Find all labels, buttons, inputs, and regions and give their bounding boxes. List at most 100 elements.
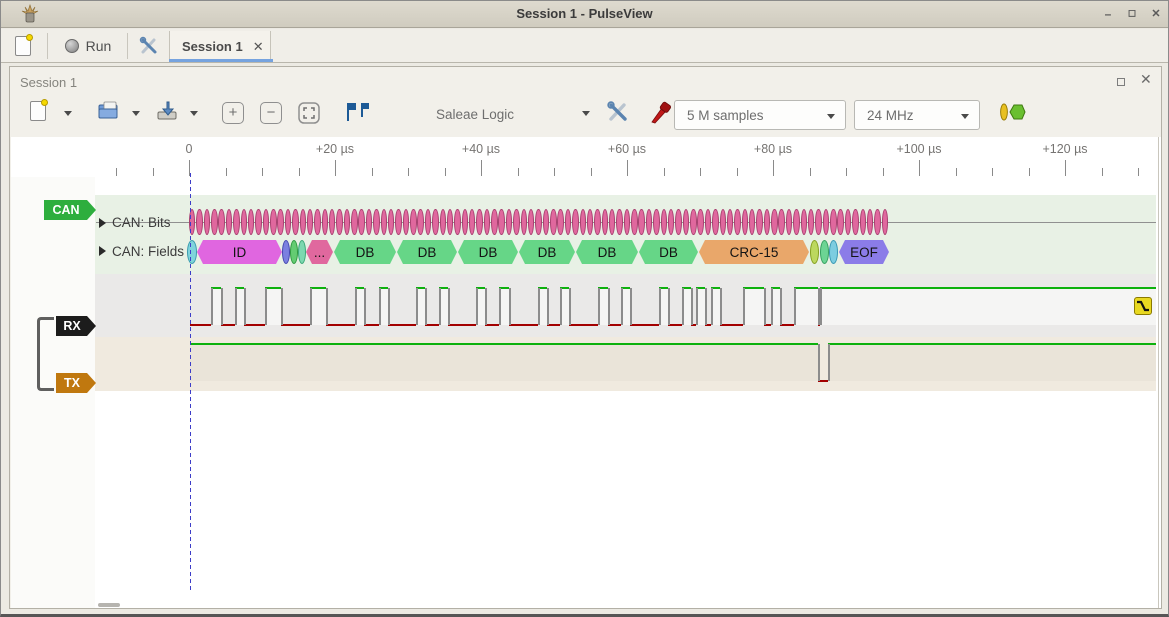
can-bit-annotation [336,209,342,235]
zoom-in-button[interactable]: + [222,102,244,124]
title-bar[interactable]: Session 1 - PulseView – ◻ ✕ [1,1,1168,28]
trigger-marker-falling-icon[interactable] [1134,297,1152,315]
sample-rate-combo[interactable]: 24 MHz [854,100,980,130]
ruler-minor-tick [408,168,409,176]
save-dropdown-caret[interactable] [190,111,198,116]
can-bit-annotation [697,209,703,235]
can-field-annotation: ID [197,240,282,264]
can-field-point-annotation [290,240,298,264]
ruler-minor-tick [883,168,884,176]
ruler-minor-tick [554,168,555,176]
open-button[interactable] [98,101,120,121]
run-button-label: Run [86,38,112,54]
zoom-out-button[interactable]: − [260,102,282,124]
sample-rate-value: 24 MHz [867,108,914,123]
channel-tag-label: TX [64,376,80,390]
ruler-minor-tick [116,168,117,176]
ruler-label: +80 µs [754,142,792,156]
decoder-icon [998,103,1026,121]
row-label-can-fields: CAN: Fields [112,244,184,259]
configure-channels-button[interactable] [648,100,672,124]
rx-signal-edge [547,288,549,325]
rx-signal-edge [780,288,782,325]
dock-close-button[interactable]: ✕ [1140,71,1152,88]
rx-high-region [820,289,1156,325]
zoom-fit-button[interactable] [298,102,320,124]
rx-high-region [598,289,608,325]
can-bit-annotation [653,209,659,235]
rx-signal-low [244,324,265,326]
new-session-file-button[interactable] [9,33,37,59]
ruler-label: +60 µs [608,142,646,156]
can-field-point-annotation [810,240,819,264]
ruler-minor-tick [810,168,811,176]
can-bit-annotation [432,209,438,235]
dock-float-button[interactable] [1117,78,1125,86]
tx-signal-high [828,343,1156,345]
sample-rate-caret [961,114,969,119]
add-decoder-button[interactable] [998,103,1026,121]
rx-signal-edge [388,288,390,325]
new-session-button[interactable] [30,101,46,121]
rx-signal-edge [439,288,441,325]
channel-group-bracket[interactable] [37,317,54,391]
rx-signal-edge [310,288,312,325]
ruler-minor-tick [153,168,154,176]
trace-view[interactable]: 0+20 µs+40 µs+60 µs+80 µs+100 µs+120 µsI… [11,137,1161,608]
can-bit-annotation [734,209,740,235]
maximize-button[interactable]: ◻ [1123,5,1141,23]
sample-count-combo[interactable]: 5 M samples [674,100,846,130]
ruler-minor-tick [1138,168,1139,176]
tx-signal-edge [818,344,820,381]
tx-high-region [190,345,818,381]
ruler-minor-tick [1029,168,1030,176]
ruler-minor-tick [372,168,373,176]
can-bit-annotation [417,209,423,235]
expander-can-bits[interactable] [99,218,106,228]
show-cursors-button[interactable] [342,101,372,123]
rx-signal-edge [743,288,745,325]
wrench-screwdriver-icon [139,36,159,56]
rx-signal-high [743,287,764,289]
rx-signal-edge [538,288,540,325]
close-button[interactable]: ✕ [1147,5,1165,23]
zoom-fit-icon [298,102,320,124]
can-bit-annotation [882,209,888,235]
rx-signal-low [448,324,476,326]
can-bit-annotation [557,209,563,235]
open-dropdown-caret[interactable] [132,111,140,116]
toolbar-separator [47,33,48,59]
tab-session-1[interactable]: Session 1 ✕ [169,31,271,62]
rx-signal-low [630,324,659,326]
run-button[interactable]: Run [59,33,117,59]
save-button[interactable] [156,101,178,121]
main-toolbar: Run Session 1 ✕ [1,29,1168,63]
decoder-tag-can[interactable]: CAN [44,200,96,220]
ruler-label: +40 µs [462,142,500,156]
can-field-annotation: CRC-15 [699,240,809,264]
settings-button[interactable] [135,33,163,59]
rx-signal-edge [608,288,610,325]
can-field-point-annotation [820,240,829,264]
tab-close-icon[interactable]: ✕ [253,39,264,55]
new-session-icon [30,101,46,121]
new-session-dropdown-caret[interactable] [64,111,72,116]
timeline-cursor[interactable] [190,173,191,593]
tab-active-accent [169,59,273,62]
rx-signal-high [499,287,509,289]
device-selector-caret[interactable] [582,111,590,116]
rx-signal-low [326,324,355,326]
tx-signal-edge [828,344,830,381]
save-icon [156,101,178,121]
rx-high-region [310,289,326,325]
tx-signal-high [190,343,818,345]
configure-device-button[interactable] [606,100,630,124]
minimize-button[interactable]: – [1099,5,1117,23]
expander-can-fields[interactable] [99,246,106,256]
horizontal-scrollbar-thumb[interactable] [98,603,120,607]
can-bit-annotation [403,209,409,235]
rx-signal-edge [705,288,707,325]
ruler-major-tick [773,160,774,176]
device-selector[interactable]: Saleae Logic [436,106,514,124]
can-bit-annotation [815,209,821,235]
